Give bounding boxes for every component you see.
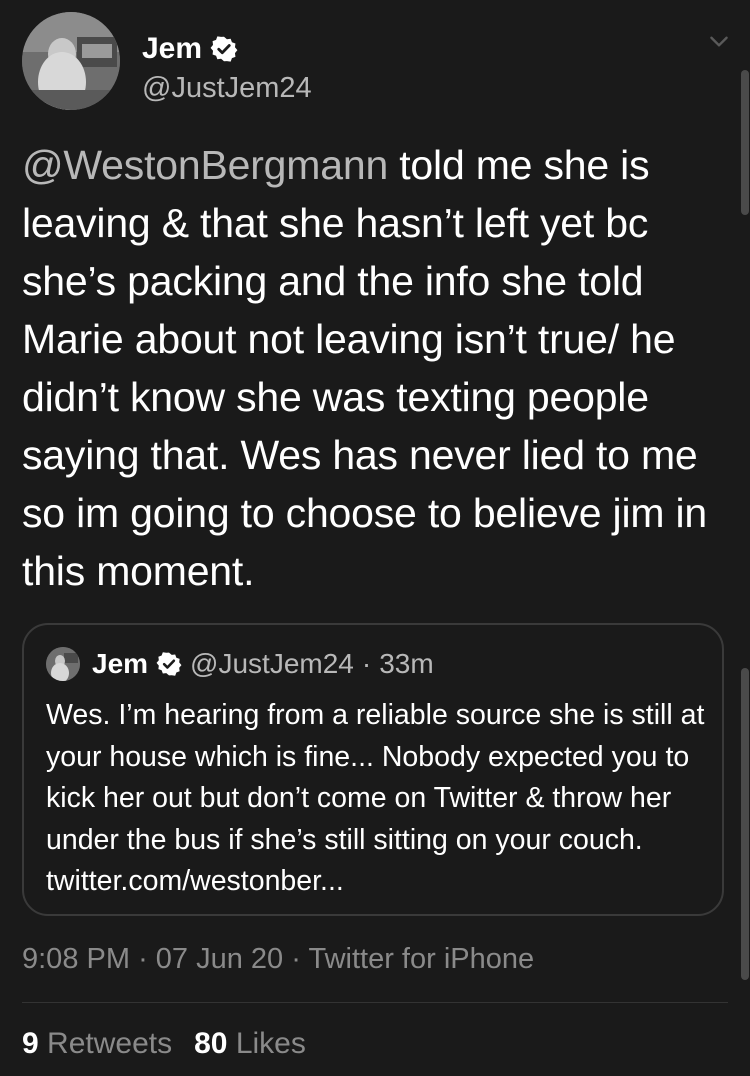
retweets-count: 9	[22, 1027, 39, 1060]
divider	[22, 1002, 728, 1003]
scrollbar-thumb[interactable]	[741, 70, 749, 215]
meta-separator: ·	[291, 943, 301, 975]
retweets-label: Retweets	[47, 1027, 173, 1060]
likes-count: 80	[194, 1027, 228, 1060]
quoted-separator: ·	[361, 648, 372, 679]
tweet-detail-page: Jem @JustJem24 @WestonBergmann told me s…	[0, 0, 750, 1076]
verified-badge-icon	[210, 36, 238, 62]
meta-separator: ·	[138, 943, 148, 975]
tweet-time[interactable]: 9:08 PM	[22, 943, 130, 975]
author-handle[interactable]: @JustJem24	[142, 72, 312, 105]
quoted-author-handle: @JustJem24	[190, 648, 354, 679]
quoted-tweet-body: Wes. I’m hearing from a reliable source …	[46, 699, 705, 897]
author-name-row[interactable]: Jem	[142, 32, 238, 66]
quoted-avatar	[46, 647, 80, 681]
quoted-tweet-header: Jem @JustJem24 · 33m	[46, 647, 434, 681]
verified-badge-icon	[156, 652, 182, 676]
retweets-stat[interactable]: 9 Retweets	[22, 1027, 172, 1060]
avatar-photo	[22, 12, 120, 110]
chevron-down-icon[interactable]	[706, 28, 732, 54]
tweet-body: @WestonBergmann told me she is leaving &…	[22, 136, 732, 600]
tweet-header: Jem @JustJem24	[22, 12, 728, 112]
likes-stat[interactable]: 80 Likes	[194, 1027, 306, 1060]
tweet-stats: 9 Retweets 80 Likes	[22, 1027, 306, 1061]
author-name[interactable]: Jem	[142, 32, 202, 66]
avatar[interactable]	[22, 12, 120, 110]
likes-label: Likes	[235, 1027, 306, 1060]
quoted-author-name: Jem	[92, 648, 149, 679]
tweet-client[interactable]: Twitter for iPhone	[308, 943, 534, 975]
quoted-tweet-card[interactable]: Jem @JustJem24 · 33m Wes. I’m hearing fr…	[22, 623, 724, 916]
tweet-meta: 9:08 PM · 07 Jun 20 · Twitter for iPhone	[22, 943, 534, 976]
quoted-avatar-photo	[46, 647, 80, 681]
scrollbar-thumb-secondary[interactable]	[741, 668, 749, 980]
quoted-tweet-age: 33m	[379, 648, 434, 679]
tweet-body-text: told me she is leaving & that she hasn’t…	[22, 142, 708, 594]
tweet-date[interactable]: 07 Jun 20	[156, 943, 283, 975]
mention-link[interactable]: @WestonBergmann	[22, 142, 388, 188]
